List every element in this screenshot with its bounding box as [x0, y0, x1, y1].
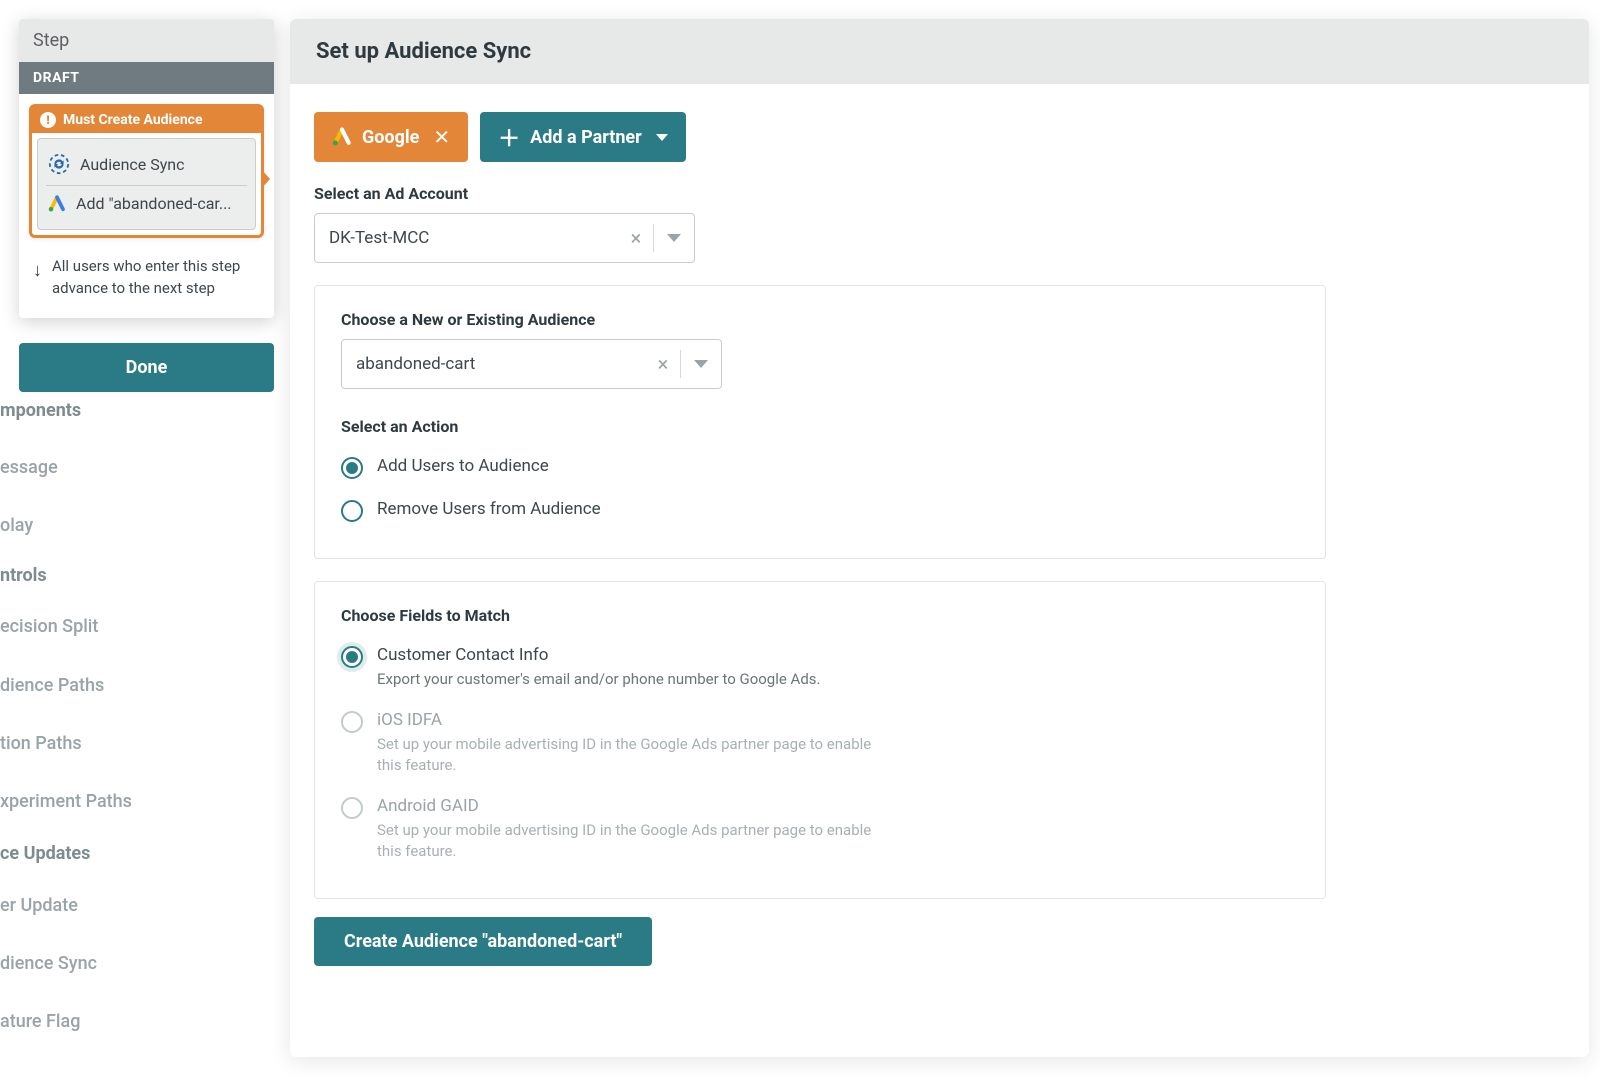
add-audience-row[interactable]: Add "abandoned-car...: [46, 188, 247, 219]
clear-ad-account-icon[interactable]: ×: [619, 226, 653, 250]
chevron-down-icon: [656, 134, 668, 141]
audience-sync-row[interactable]: Audience Sync: [46, 147, 247, 181]
bg-sidebar-item: mponents: [0, 400, 81, 421]
audience-select[interactable]: abandoned-cart ×: [341, 339, 722, 389]
bg-sidebar-item: dience Sync: [0, 953, 97, 974]
radio-label: Remove Users from Audience: [377, 499, 601, 519]
radio-description: Set up your mobile advertising ID in the…: [377, 734, 897, 776]
remove-google-icon[interactable]: ✕: [433, 125, 450, 149]
chevron-down-icon: [667, 234, 681, 242]
main-panel: Set up Audience Sync Google ✕ ＋ Add a Pa…: [290, 19, 1589, 1057]
step-note: ↓ All users who enter this step advance …: [19, 244, 274, 318]
radio-label: iOS IDFA: [377, 710, 897, 730]
add-partner-button[interactable]: ＋ Add a Partner: [480, 112, 686, 162]
fields-label: Choose Fields to Match: [341, 606, 1299, 625]
google-ads-icon: [332, 127, 352, 147]
bg-sidebar-item: tion Paths: [0, 733, 82, 754]
radio-button[interactable]: [341, 646, 363, 668]
fields-box: Choose Fields to Match Customer Contact …: [314, 581, 1326, 899]
field-radio-row[interactable]: Customer Contact Info Export your custome…: [341, 635, 1299, 700]
clear-audience-icon[interactable]: ×: [646, 352, 680, 376]
step-card[interactable]: ! Must Create Audience Audience Sync A: [29, 104, 264, 238]
google-chip[interactable]: Google ✕: [314, 112, 468, 162]
bg-sidebar-item: ecision Split: [0, 616, 98, 637]
field-radio-row: Android GAID Set up your mobile advertisi…: [341, 786, 1299, 872]
bg-sidebar-item: xperiment Paths: [0, 791, 132, 812]
bg-sidebar-item: ature Flag: [0, 1011, 80, 1032]
bg-sidebar-item: dience Paths: [0, 675, 104, 696]
audience-sync-label: Audience Sync: [80, 155, 185, 174]
bg-sidebar-item: essage: [0, 457, 58, 478]
create-audience-button[interactable]: Create Audience "abandoned-cart": [314, 917, 652, 966]
audience-action-box: Choose a New or Existing Audience abando…: [314, 285, 1326, 559]
action-radio-row[interactable]: Add Users to Audience: [341, 446, 1299, 489]
done-button[interactable]: Done: [19, 343, 274, 392]
step-note-text: All users who enter this step advance to…: [52, 256, 260, 300]
radio-description: Set up your mobile advertising ID in the…: [377, 820, 897, 862]
radio-button[interactable]: [341, 500, 363, 522]
ad-account-caret[interactable]: [654, 234, 694, 242]
bg-sidebar-item: ce Updates: [0, 843, 90, 864]
bg-sidebar-item: olay: [0, 515, 33, 536]
sync-icon: [48, 153, 70, 175]
draft-badge: DRAFT: [19, 62, 274, 94]
radio-label: Add Users to Audience: [377, 456, 549, 476]
radio-description: Export your customer's email and/or phon…: [377, 669, 821, 690]
ad-account-select[interactable]: DK-Test-MCC ×: [314, 213, 695, 263]
google-ads-icon: [48, 195, 66, 213]
step-header: Step: [19, 19, 274, 62]
warning-text: Must Create Audience: [63, 112, 203, 128]
down-arrow-icon: ↓: [33, 256, 42, 300]
radio-button: [341, 711, 363, 733]
panel-title: Set up Audience Sync: [290, 19, 1589, 84]
warning-icon: !: [40, 112, 56, 128]
radio-button[interactable]: [341, 457, 363, 479]
action-radio-row[interactable]: Remove Users from Audience: [341, 489, 1299, 532]
radio-label: Customer Contact Info: [377, 645, 821, 665]
add-audience-label: Add "abandoned-car...: [76, 194, 232, 213]
bg-sidebar-item: ntrols: [0, 565, 47, 586]
audience-caret[interactable]: [681, 360, 721, 368]
ad-account-value: DK-Test-MCC: [315, 228, 619, 248]
audience-value: abandoned-cart: [342, 354, 646, 374]
radio-button: [341, 797, 363, 819]
audience-label: Choose a New or Existing Audience: [341, 310, 1299, 329]
chevron-down-icon: [694, 360, 708, 368]
field-radio-row: iOS IDFA Set up your mobile advertising I…: [341, 700, 1299, 786]
action-label: Select an Action: [341, 417, 1299, 436]
warning-banner: ! Must Create Audience: [32, 107, 261, 133]
bg-sidebar-item: er Update: [0, 895, 78, 916]
radio-label: Android GAID: [377, 796, 897, 816]
step-panel: Step DRAFT ! Must Create Audience Audien…: [19, 19, 274, 318]
ad-account-label: Select an Ad Account: [314, 184, 1326, 203]
plus-icon: ＋: [498, 121, 520, 153]
google-chip-label: Google: [362, 127, 419, 148]
add-partner-label: Add a Partner: [530, 127, 642, 148]
